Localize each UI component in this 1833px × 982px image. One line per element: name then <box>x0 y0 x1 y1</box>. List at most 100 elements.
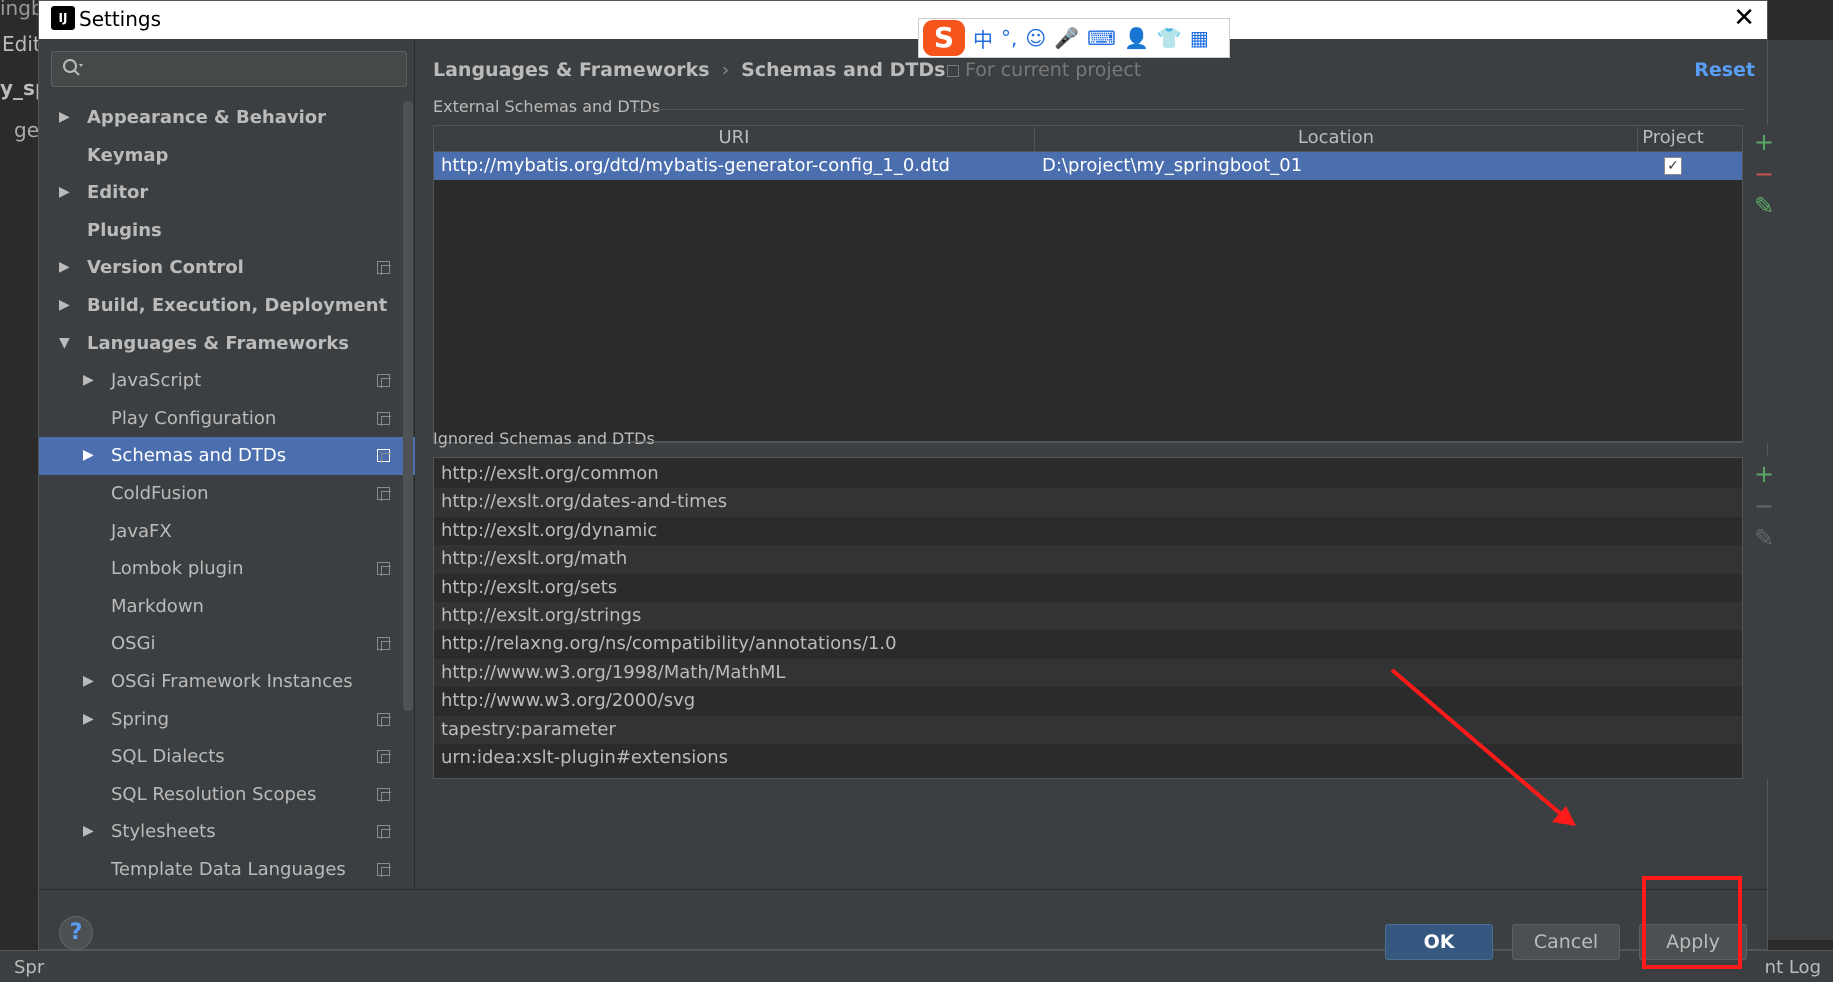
ime-user-icon[interactable]: 👤 <box>1124 26 1149 50</box>
collapsed-arrow-icon[interactable]: ▶ <box>59 99 70 137</box>
sidebar-item-label: OSGi Framework Instances <box>111 670 353 692</box>
sidebar-item-javascript[interactable]: ▶ JavaScript <box>39 362 415 400</box>
settings-tree: ▶ Appearance & Behavior Keymap ▶ Editor Plugi… <box>39 99 415 888</box>
sidebar-item-coldfusion[interactable]: ColdFusion <box>39 475 415 513</box>
collapsed-arrow-icon[interactable]: ▶ <box>83 362 94 400</box>
project-level-icon <box>377 449 391 464</box>
sidebar-item-label: Version Control <box>87 257 244 279</box>
sidebar-item-markdown[interactable]: Markdown <box>39 588 415 626</box>
sidebar-item-javafx[interactable]: JavaFX <box>39 513 415 551</box>
add-external-button[interactable]: + <box>1745 127 1783 157</box>
external-table-header: URI Location Project <box>434 126 1742 152</box>
collapsed-arrow-icon[interactable]: ▶ <box>83 701 94 739</box>
list-item[interactable]: http://exslt.org/sets <box>434 574 1742 602</box>
sidebar-item-schemas-and-dtds[interactable]: ▶ Schemas and DTDs <box>39 437 415 475</box>
row-uri: http://mybatis.org/dtd/mybatis-generator… <box>441 155 950 176</box>
list-item[interactable]: http://www.w3.org/2000/svg <box>434 687 1742 715</box>
list-item[interactable]: urn:idea:xslt-plugin#extensions <box>434 744 1742 772</box>
dialog-title: Settings <box>79 7 162 31</box>
sidebar-item-keymap[interactable]: Keymap <box>39 137 415 175</box>
sidebar-item-label: SQL Resolution Scopes <box>111 783 317 805</box>
table-row[interactable]: http://mybatis.org/dtd/mybatis-generator… <box>434 152 1742 180</box>
bg-menu-edit[interactable]: Edit <box>2 32 41 56</box>
search-box[interactable] <box>51 51 407 87</box>
external-toolbar: + − ✎ <box>1745 125 1783 443</box>
sidebar-item-label: Stylesheets <box>111 821 216 843</box>
breadcrumb-item-languages[interactable]: Languages & Frameworks <box>433 59 710 81</box>
collapsed-arrow-icon[interactable]: ▶ <box>83 663 94 701</box>
search-input[interactable] <box>94 57 394 81</box>
sidebar-scrollbar[interactable] <box>403 101 413 711</box>
remove-external-button[interactable]: − <box>1745 159 1783 189</box>
sidebar-item-sql-resolution-scopes[interactable]: SQL Resolution Scopes <box>39 776 415 814</box>
breadcrumb-item-schemas: Schemas and DTDs <box>741 59 946 81</box>
sidebar-item-stylesheets[interactable]: ▶ Stylesheets <box>39 813 415 851</box>
for-current-project: For current project <box>947 59 1141 81</box>
ime-skin-icon[interactable]: 👕 <box>1157 26 1182 50</box>
help-icon[interactable]: ? <box>59 916 93 950</box>
add-ignored-button[interactable]: + <box>1745 459 1783 489</box>
collapsed-arrow-icon[interactable]: ▶ <box>59 249 70 287</box>
bg-status-left[interactable]: Spr <box>14 957 44 978</box>
cancel-button[interactable]: Cancel <box>1512 924 1620 960</box>
project-level-icon <box>377 862 391 877</box>
list-item[interactable]: http://exslt.org/dynamic <box>434 517 1742 545</box>
ime-toolbox-icon[interactable]: ▦ <box>1190 26 1209 50</box>
expanded-arrow-icon[interactable]: ▼ <box>59 325 70 363</box>
column-uri[interactable]: URI <box>434 127 1034 148</box>
sidebar-item-editor[interactable]: ▶ Editor <box>39 174 415 212</box>
list-item[interactable]: http://exslt.org/strings <box>434 601 1742 631</box>
ime-chinese-icon[interactable]: 中 <box>973 24 993 53</box>
sidebar-item-spring[interactable]: ▶ Spring <box>39 701 415 739</box>
sidebar-item-osgi[interactable]: OSGi <box>39 625 415 663</box>
sidebar-item-sql-dialects[interactable]: SQL Dialects <box>39 738 415 776</box>
sidebar-item-lombok-plugin[interactable]: Lombok plugin <box>39 550 415 588</box>
project-level-icon <box>377 411 391 426</box>
sidebar-item-version-control[interactable]: ▶ Version Control <box>39 249 415 287</box>
ime-keyboard-icon[interactable]: ⌨ <box>1087 26 1116 50</box>
list-item[interactable]: http://www.w3.org/1998/Math/MathML <box>434 658 1742 688</box>
sidebar-item-label: Languages & Frameworks <box>87 332 350 354</box>
list-item[interactable]: tapestry:parameter <box>434 715 1742 744</box>
project-checkbox[interactable]: ✓ <box>1664 157 1682 175</box>
ime-punctuation-icon[interactable]: °, <box>1001 26 1017 50</box>
sogou-logo-icon[interactable]: S <box>923 20 965 56</box>
reset-link[interactable]: Reset <box>1694 59 1755 81</box>
collapsed-arrow-icon[interactable]: ▶ <box>83 813 94 851</box>
collapsed-arrow-icon[interactable]: ▶ <box>59 174 70 212</box>
remove-ignored-button[interactable]: − <box>1745 491 1783 521</box>
sidebar-item-label: Appearance & Behavior <box>87 107 327 128</box>
ime-emoji-icon[interactable]: ☺ <box>1025 26 1046 50</box>
list-item[interactable]: http://relaxng.org/ns/compatibility/anno… <box>434 630 1742 658</box>
external-schemas-table: URI Location Project http://mybatis.org/… <box>433 125 1743 443</box>
sidebar-item-appearance-behavior[interactable]: ▶ Appearance & Behavior <box>39 99 415 137</box>
sidebar-item-plugins[interactable]: Plugins <box>39 212 415 250</box>
sidebar-item-osgi-framework-instances[interactable]: ▶ OSGi Framework Instances <box>39 663 415 701</box>
ok-button[interactable]: OK <box>1385 924 1493 960</box>
ignored-section-divider <box>629 441 1743 442</box>
settings-content: Languages & Frameworks › Schemas and DTDs … <box>417 39 1783 889</box>
row-location: D:\project\my_springboot_01 <box>1042 155 1303 176</box>
sidebar-item-play-configuration[interactable]: Play Configuration <box>39 400 415 438</box>
column-location[interactable]: Location <box>1035 127 1637 148</box>
list-item[interactable]: http://exslt.org/math <box>434 545 1742 574</box>
settings-dialog: IJ Settings ✕ ▶ Appearance & Behavior Keym… <box>38 0 1783 960</box>
ime-voice-icon[interactable]: 🎤 <box>1054 26 1079 50</box>
sidebar-item-label: OSGi <box>111 633 156 655</box>
edit-external-button[interactable]: ✎ <box>1745 191 1783 221</box>
column-project[interactable]: Project <box>1638 127 1708 148</box>
sidebar-item-label: ColdFusion <box>111 482 209 504</box>
list-item[interactable]: http://exslt.org/dates-and-times <box>434 488 1742 517</box>
sidebar-item-template-data-languages[interactable]: Template Data Languages <box>39 851 415 889</box>
project-level-icon <box>377 712 391 727</box>
bg-status-right[interactable]: nt Log <box>1765 957 1821 978</box>
bg-tab[interactable]: ge <box>14 118 39 142</box>
close-icon[interactable]: ✕ <box>1733 3 1755 33</box>
sidebar-item-languages-frameworks[interactable]: ▼ Languages & Frameworks <box>39 325 415 363</box>
collapsed-arrow-icon[interactable]: ▶ <box>59 287 70 325</box>
project-level-icon <box>377 825 391 840</box>
list-item[interactable]: http://exslt.org/common <box>434 460 1742 488</box>
edit-ignored-button[interactable]: ✎ <box>1745 523 1783 553</box>
collapsed-arrow-icon[interactable]: ▶ <box>83 437 94 475</box>
sidebar-item-build-execution-deployment[interactable]: ▶ Build, Execution, Deployment <box>39 287 415 325</box>
